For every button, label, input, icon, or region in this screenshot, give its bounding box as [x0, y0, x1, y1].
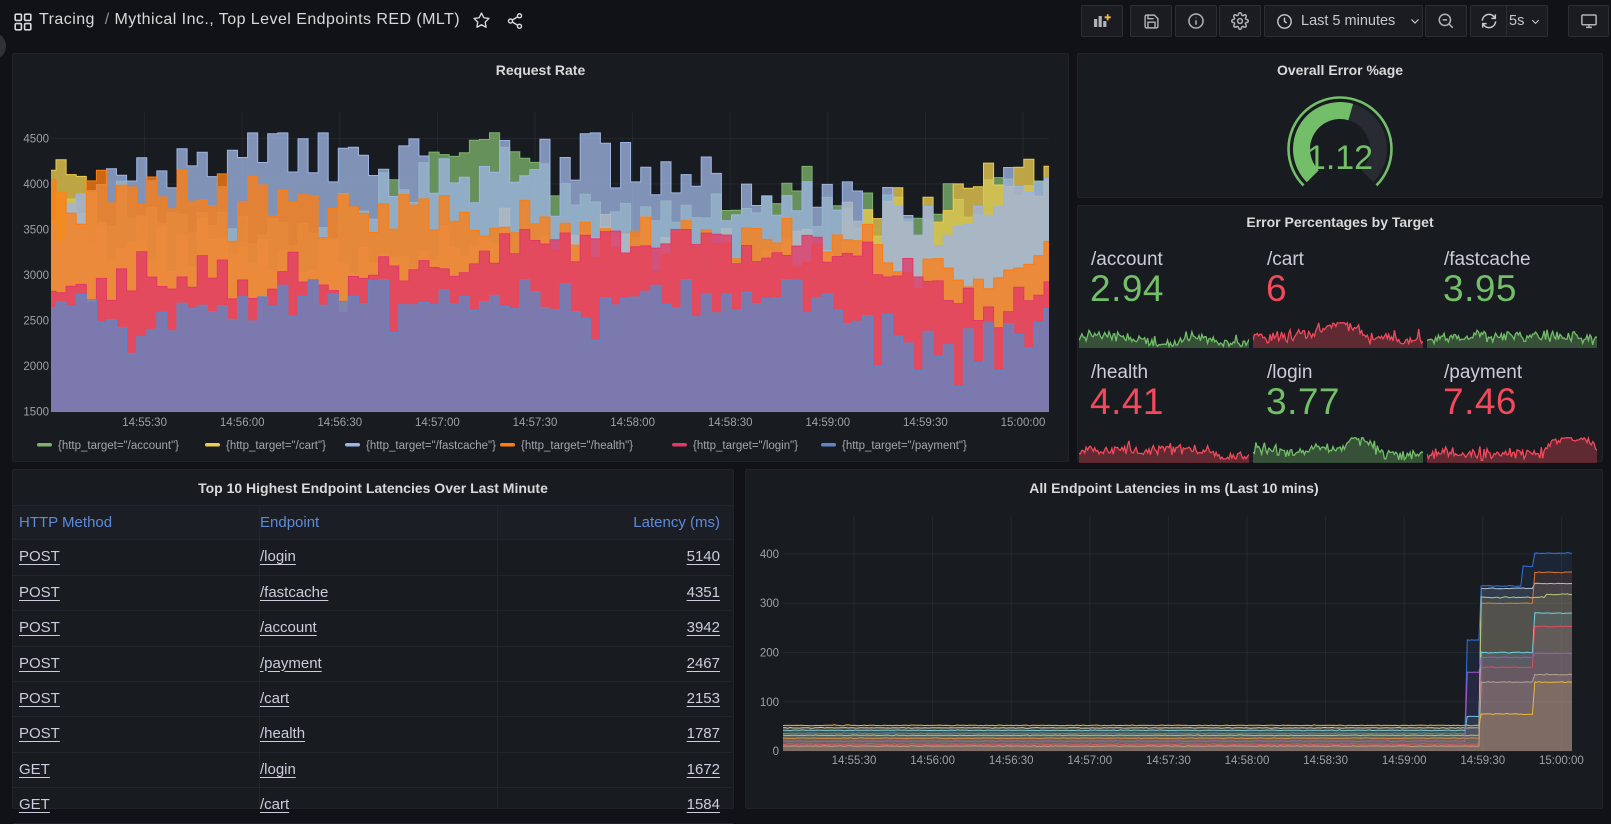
svg-text:0: 0: [773, 746, 779, 758]
svg-text:2500: 2500: [23, 316, 49, 328]
svg-text:1500: 1500: [23, 407, 49, 419]
svg-text:{http_target="/payment"}: {http_target="/payment"}: [842, 440, 967, 452]
svg-text:14:58:00: 14:58:00: [610, 417, 655, 429]
svg-text:3500: 3500: [23, 225, 49, 237]
svg-text:14:59:00: 14:59:00: [805, 417, 850, 429]
svg-text:300: 300: [760, 598, 779, 610]
svg-text:14:57:30: 14:57:30: [513, 417, 558, 429]
svg-text:100: 100: [760, 697, 779, 709]
svg-text:{http_target="/account"}: {http_target="/account"}: [58, 440, 179, 452]
svg-text:{http_target="/fastcache"}: {http_target="/fastcache"}: [366, 440, 496, 452]
svg-text:4500: 4500: [23, 133, 49, 145]
svg-text:4000: 4000: [23, 179, 49, 191]
svg-text:14:58:00: 14:58:00: [1225, 755, 1270, 767]
svg-text:14:58:30: 14:58:30: [708, 417, 753, 429]
svg-text:14:57:00: 14:57:00: [415, 417, 460, 429]
svg-text:14:56:30: 14:56:30: [317, 417, 362, 429]
svg-text:14:55:30: 14:55:30: [832, 755, 877, 767]
svg-text:15:00:00: 15:00:00: [1539, 755, 1584, 767]
svg-text:{http_target="/login"}: {http_target="/login"}: [693, 440, 798, 452]
svg-text:14:57:30: 14:57:30: [1146, 755, 1191, 767]
svg-text:200: 200: [760, 648, 779, 660]
svg-text:14:59:30: 14:59:30: [903, 417, 948, 429]
svg-text:{http_target="/health"}: {http_target="/health"}: [521, 440, 633, 452]
svg-text:400: 400: [760, 549, 779, 561]
svg-text:14:57:00: 14:57:00: [1067, 755, 1112, 767]
svg-text:14:59:00: 14:59:00: [1382, 755, 1427, 767]
svg-text:15:00:00: 15:00:00: [1001, 417, 1046, 429]
svg-text:2000: 2000: [23, 361, 49, 373]
svg-text:14:56:00: 14:56:00: [910, 755, 955, 767]
svg-text:14:58:30: 14:58:30: [1303, 755, 1348, 767]
svg-text:14:56:00: 14:56:00: [220, 417, 265, 429]
svg-text:3000: 3000: [23, 270, 49, 282]
svg-text:14:55:30: 14:55:30: [122, 417, 167, 429]
svg-text:14:56:30: 14:56:30: [989, 755, 1034, 767]
svg-text:14:59:30: 14:59:30: [1460, 755, 1505, 767]
svg-text:{http_target="/cart"}: {http_target="/cart"}: [226, 440, 326, 452]
svg-text:1.12: 1.12: [1307, 139, 1373, 177]
